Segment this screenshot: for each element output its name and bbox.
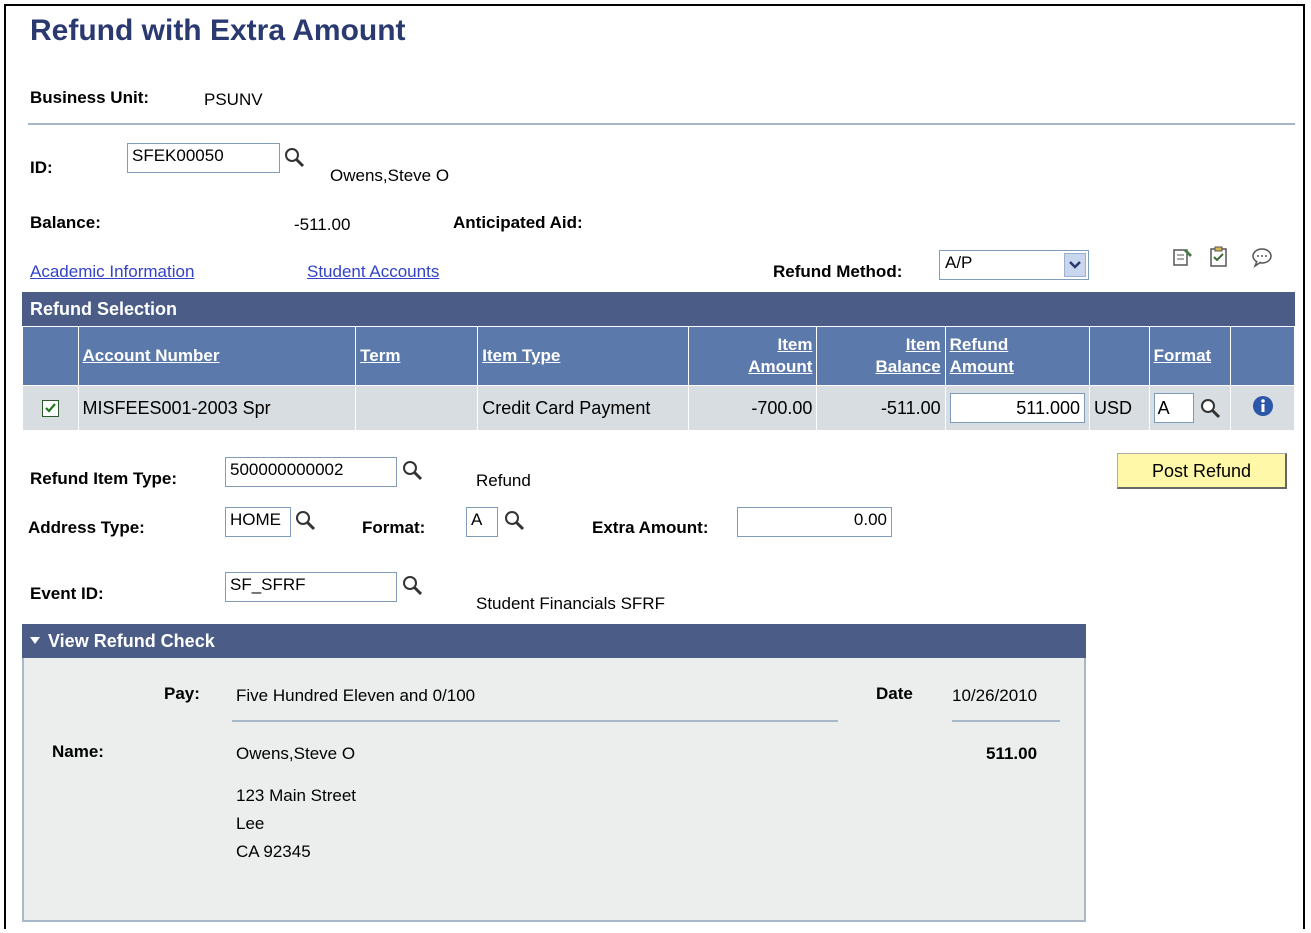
refund-amount-cell: 511.000: [944, 385, 1091, 431]
extra-amount-input[interactable]: 0.00: [737, 507, 892, 537]
pay-value: Five Hundred Eleven and 0/100: [236, 686, 476, 705]
refund-item-type-input[interactable]: 500000000002: [225, 457, 397, 487]
item-amount-cell: -700.00: [688, 385, 818, 431]
event-id-input[interactable]: SF_SFRF: [225, 572, 397, 602]
refund-selection-title: Refund Selection: [22, 292, 1295, 326]
item-balance-header-line2: Balance: [875, 357, 941, 376]
balance-label: Balance:: [30, 213, 101, 232]
row-select-cell: [22, 385, 79, 431]
checklist-icon[interactable]: [1208, 246, 1230, 268]
event-id-label: Event ID:: [30, 584, 104, 603]
refund-method-label: Refund Method:: [773, 262, 903, 281]
item-amount-header-line1: Item: [777, 335, 813, 354]
divider: [28, 123, 1295, 125]
id-label: ID:: [30, 158, 53, 177]
address-type-input[interactable]: HOME: [225, 507, 291, 537]
search-icon[interactable]: [1199, 397, 1221, 419]
item-balance-cell: -511.00: [816, 385, 946, 431]
item-balance-header-line1: Item: [905, 335, 941, 354]
search-icon[interactable]: [294, 509, 316, 531]
info-icon[interactable]: [1252, 395, 1274, 417]
id-input[interactable]: SFEK00050: [127, 143, 280, 173]
refund-check-panel: Pay: Five Hundred Eleven and 0/100 Date …: [22, 658, 1086, 922]
check-amount: 511.00: [986, 744, 1038, 763]
pay-label: Pay:: [164, 684, 200, 703]
term-header[interactable]: Term: [355, 326, 479, 386]
search-icon[interactable]: [283, 146, 305, 168]
search-icon[interactable]: [401, 574, 423, 596]
info-cell: [1230, 385, 1295, 431]
format-input[interactable]: A: [466, 507, 498, 537]
event-id-description: Student Financials SFRF: [476, 594, 665, 613]
student-name: Owens,Steve O: [330, 166, 450, 185]
refund-amount-header-line2: Amount: [949, 357, 1014, 376]
date-value: 10/26/2010: [952, 686, 1038, 705]
select-column-header: [22, 326, 79, 386]
table-row: MISFEES001-2003 Spr Credit Card Payment …: [22, 385, 1295, 431]
address-line-2: Lee: [236, 814, 265, 833]
business-unit-label: Business Unit:: [30, 88, 150, 107]
post-refund-button[interactable]: Post Refund: [1117, 453, 1287, 489]
info-column-header: [1230, 326, 1295, 386]
date-underline: [952, 720, 1060, 722]
item-amount-header[interactable]: Item Amount: [688, 326, 818, 386]
check-name-label: Name:: [52, 742, 104, 761]
balance-value: -511.00: [294, 215, 351, 234]
anticipated-aid-label: Anticipated Aid:: [453, 213, 583, 232]
refund-item-type-description: Refund: [476, 471, 531, 490]
item-type-cell: Credit Card Payment: [477, 385, 690, 431]
format-header[interactable]: Format: [1148, 326, 1232, 386]
notepad-icon[interactable]: [1172, 246, 1194, 268]
item-type-header[interactable]: Item Type: [477, 326, 690, 386]
refund-selection-grid: Account Number Term Item Type Item Amount…: [22, 326, 1295, 431]
item-balance-header[interactable]: Item Balance: [816, 326, 946, 386]
page-title: Refund with Extra Amount: [30, 14, 406, 47]
term-cell: [355, 385, 479, 431]
account-number-cell: MISFEES001-2003 Spr: [77, 385, 357, 431]
grid-header-row: Account Number Term Item Type Item Amount…: [22, 326, 1295, 386]
view-refund-check-header[interactable]: View Refund Check: [22, 624, 1086, 658]
chevron-down-icon[interactable]: [1064, 253, 1086, 277]
address-type-label: Address Type:: [28, 518, 145, 537]
comment-icon[interactable]: [1250, 246, 1274, 268]
format-label: Format:: [362, 518, 426, 537]
date-label: Date: [876, 684, 913, 703]
row-checkbox[interactable]: [41, 400, 59, 418]
search-icon[interactable]: [503, 509, 525, 531]
collapse-triangle-icon[interactable]: [30, 637, 40, 645]
refund-amount-header[interactable]: Refund Amount: [944, 326, 1091, 386]
business-unit-value: PSUNV: [204, 90, 263, 109]
search-icon[interactable]: [401, 459, 423, 481]
refund-amount-input[interactable]: 511.000: [949, 393, 1086, 423]
refund-method-value: A/P: [945, 253, 973, 272]
address-line-3: CA 92345: [236, 842, 311, 861]
currency-column-header: [1089, 326, 1150, 386]
format-cell: A: [1148, 385, 1232, 431]
account-number-header[interactable]: Account Number: [77, 326, 357, 386]
grid-format-input[interactable]: A: [1153, 393, 1194, 423]
check-name-value: Owens,Steve O: [236, 744, 356, 763]
refund-amount-header-line1: Refund: [949, 335, 1009, 354]
academic-information-link[interactable]: Academic Information: [30, 262, 194, 282]
address-line-1: 123 Main Street: [236, 786, 357, 805]
extra-amount-label: Extra Amount:: [592, 518, 709, 537]
item-amount-header-line2: Amount: [748, 357, 813, 376]
student-accounts-link[interactable]: Student Accounts: [307, 262, 439, 282]
pay-underline: [232, 720, 838, 722]
refund-method-select[interactable]: A/P: [939, 250, 1089, 280]
view-refund-check-title: View Refund Check: [48, 631, 215, 651]
currency-cell: USD: [1089, 385, 1150, 431]
refund-item-type-label: Refund Item Type:: [30, 469, 178, 488]
